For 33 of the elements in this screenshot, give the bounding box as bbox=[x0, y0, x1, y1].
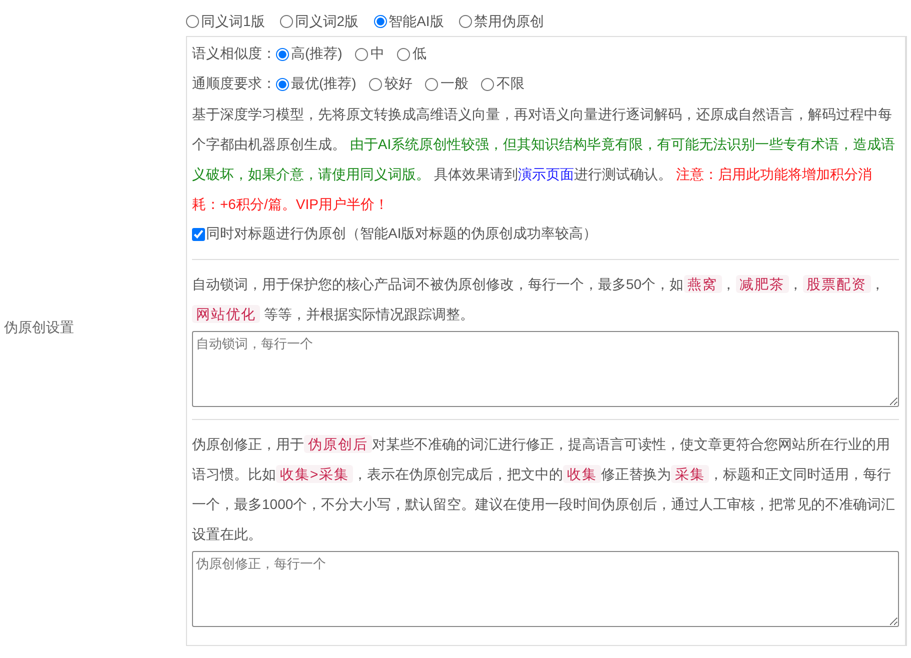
radio-button[interactable] bbox=[280, 15, 293, 28]
radio-label[interactable]: 最优(推荐) bbox=[291, 75, 356, 93]
radio-label[interactable]: 较好 bbox=[384, 75, 412, 93]
lock-words-field[interactable]: 自动锁词，每行一个 bbox=[192, 331, 899, 407]
radio-button[interactable] bbox=[374, 15, 387, 28]
radio-button[interactable] bbox=[355, 48, 368, 60]
radio-label[interactable]: 低 bbox=[412, 45, 426, 63]
radio-button[interactable] bbox=[397, 48, 410, 60]
radio-label[interactable]: 高(推荐) bbox=[291, 45, 342, 63]
radio-label[interactable]: 中 bbox=[370, 45, 384, 63]
radio-label[interactable]: 智能AI版 bbox=[388, 12, 444, 30]
radio-button[interactable] bbox=[276, 48, 289, 60]
radio-button[interactable] bbox=[369, 78, 382, 90]
radio-label[interactable]: 同义词2版 bbox=[294, 12, 359, 30]
radio-button[interactable] bbox=[481, 78, 494, 90]
correction-field[interactable]: 伪原创修正，每行一个 bbox=[192, 551, 899, 627]
radio-button[interactable] bbox=[458, 15, 472, 28]
radio-label[interactable]: 一般 bbox=[440, 75, 468, 93]
demo-page-link[interactable]: 演示页面 bbox=[518, 166, 574, 182]
radio-label[interactable]: 同义词1版 bbox=[201, 12, 265, 30]
ai-description: 基于深度学习模型，先将原文转换成高维语义向量，再对语义向量进行逐词解码，还原成自然语言，解码过程中每个字都由机器原创生成。 由于AI系统原创性较强，但其知识结构毕竟有限，有可能无法识别一些专有术语，造成语义破坏，如果介意，请使用同义词版。 具体效果请到演示页面进行测试确认。 注意：启用此功能将增加积分消耗：+6积分/篇。VIP用户半价！ bbox=[192, 105, 896, 214]
radio-button[interactable] bbox=[425, 78, 438, 90]
option-label: 通顺度要求： bbox=[192, 75, 276, 93]
title-checkbox[interactable] bbox=[192, 228, 205, 240]
radio-label[interactable]: 不限 bbox=[496, 75, 524, 93]
option-label: 语义相似度： bbox=[192, 45, 276, 63]
setting-label: 伪原创设置 bbox=[3, 319, 75, 337]
correction-description: 伪原创修正，用于 伪原创后 对某些不准确的词汇进行修正，提高语言可读性，使文章更符合您网站所在行业的用语习惯。比如 收集>采集 ，表示在伪原创完成后，把文中的 收集 修正替换为 采集 ，标题和正文同时适用，每行一个，最多1000个，不分大小写，默认留空。建议在使用一段时间伪原创后，通过人工审核，把常见的不准确词汇设置在此。 bbox=[192, 434, 896, 544]
radio-button[interactable] bbox=[276, 78, 289, 90]
checkbox-label[interactable]: 同时对标题进行伪原创（智能AI版对标题的伪原创成功率较高） bbox=[206, 225, 598, 243]
radio-button[interactable] bbox=[186, 15, 199, 28]
radio-label[interactable]: 禁用伪原创 bbox=[474, 12, 544, 30]
lock-words-description: 自动锁词，用于保护您的核心产品词不被伪原创修改，每行一个，最多50个，如 燕窝 ， 减肥茶 ， 股票配资 ， 网站优化 等等，并根据实际情况跟踪调整。 bbox=[192, 274, 886, 325]
